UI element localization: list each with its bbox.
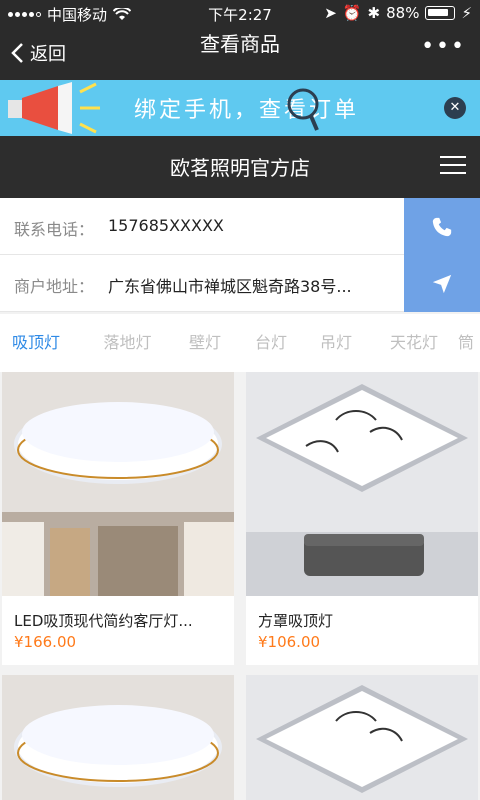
product-image — [2, 675, 234, 800]
location-icon: ➤ — [324, 4, 337, 22]
close-banner-button[interactable]: ✕ — [444, 97, 466, 119]
product-card[interactable]: LED吸顶现代简约客厅灯... ¥166.00 — [2, 372, 234, 665]
product-title: LED吸顶现代简约客厅灯... — [14, 612, 193, 630]
address-row: 商户地址： 广东省佛山市禅城区魁奇路38号... — [0, 255, 480, 312]
product-image — [246, 675, 478, 800]
tab-floor-lamp[interactable]: 落地灯 — [85, 314, 170, 372]
navigation-arrow-icon — [432, 274, 452, 293]
phone-value: 157685XXXXX — [108, 216, 224, 235]
navigation-bar: 返回 查看商品 ••• — [0, 26, 480, 80]
battery-percent: 88% — [386, 4, 420, 22]
tab-ceiling-light[interactable]: 吸顶灯 — [0, 314, 85, 372]
menu-button[interactable] — [440, 156, 466, 180]
product-card[interactable] — [246, 675, 478, 800]
tab-table-lamp[interactable]: 台灯 — [240, 314, 302, 372]
menu-line — [440, 164, 466, 166]
tab-downlight[interactable]: 筒 — [458, 314, 478, 372]
product-price: ¥106.00 — [258, 633, 321, 651]
menu-line — [440, 156, 466, 158]
shop-name: 欧茗照明官方店 — [170, 156, 310, 180]
more-button[interactable]: ••• — [421, 34, 466, 59]
category-tabs: 吸顶灯 落地灯 壁灯 台灯 吊灯 天花灯 筒 — [0, 314, 480, 372]
product-image — [2, 372, 234, 596]
product-image — [246, 372, 478, 596]
shop-contact-info: 联系电话： 157685XXXXX 商户地址： 广东省佛山市禅城区魁奇路38号.… — [0, 198, 480, 312]
address-label: 商户地址： — [14, 277, 95, 296]
navigate-button[interactable] — [404, 255, 480, 312]
address-value: 广东省佛山市禅城区魁奇路38号... — [108, 277, 352, 296]
megaphone-icon — [8, 82, 100, 134]
charging-icon: ⚡ — [461, 4, 472, 22]
shop-header: 欧茗照明官方店 — [0, 136, 480, 198]
tab-pendant-lamp[interactable]: 吊灯 — [302, 314, 370, 372]
tab-wall-lamp[interactable]: 壁灯 — [170, 314, 240, 372]
product-card[interactable] — [2, 675, 234, 800]
bluetooth-icon: ✱ — [367, 4, 381, 22]
menu-line — [440, 172, 466, 174]
alarm-icon: ⏰ — [342, 4, 362, 22]
banner-text: 绑定手机，查看订单 — [134, 98, 360, 123]
tab-spotlight[interactable]: 天花灯 — [370, 314, 458, 372]
product-price: ¥166.00 — [14, 633, 77, 651]
status-right: ➤ ⏰ ✱ 88% ⚡ — [324, 4, 472, 22]
status-bar: 中国移动 下午2:27 ➤ ⏰ ✱ 88% ⚡ — [0, 0, 480, 26]
phone-row: 联系电话： 157685XXXXX — [0, 198, 480, 255]
phone-label: 联系电话： — [14, 220, 95, 239]
call-button[interactable] — [404, 198, 480, 255]
battery-icon — [425, 6, 456, 20]
phone-icon — [432, 217, 452, 236]
product-card[interactable]: 方罩吸顶灯 ¥106.00 — [246, 372, 478, 665]
magnifier-icon — [287, 88, 319, 131]
page-title: 查看商品 — [200, 32, 280, 56]
product-title: 方罩吸顶灯 — [258, 612, 334, 630]
bind-phone-banner[interactable]: 绑定手机，查看订单 ✕ — [0, 80, 480, 136]
